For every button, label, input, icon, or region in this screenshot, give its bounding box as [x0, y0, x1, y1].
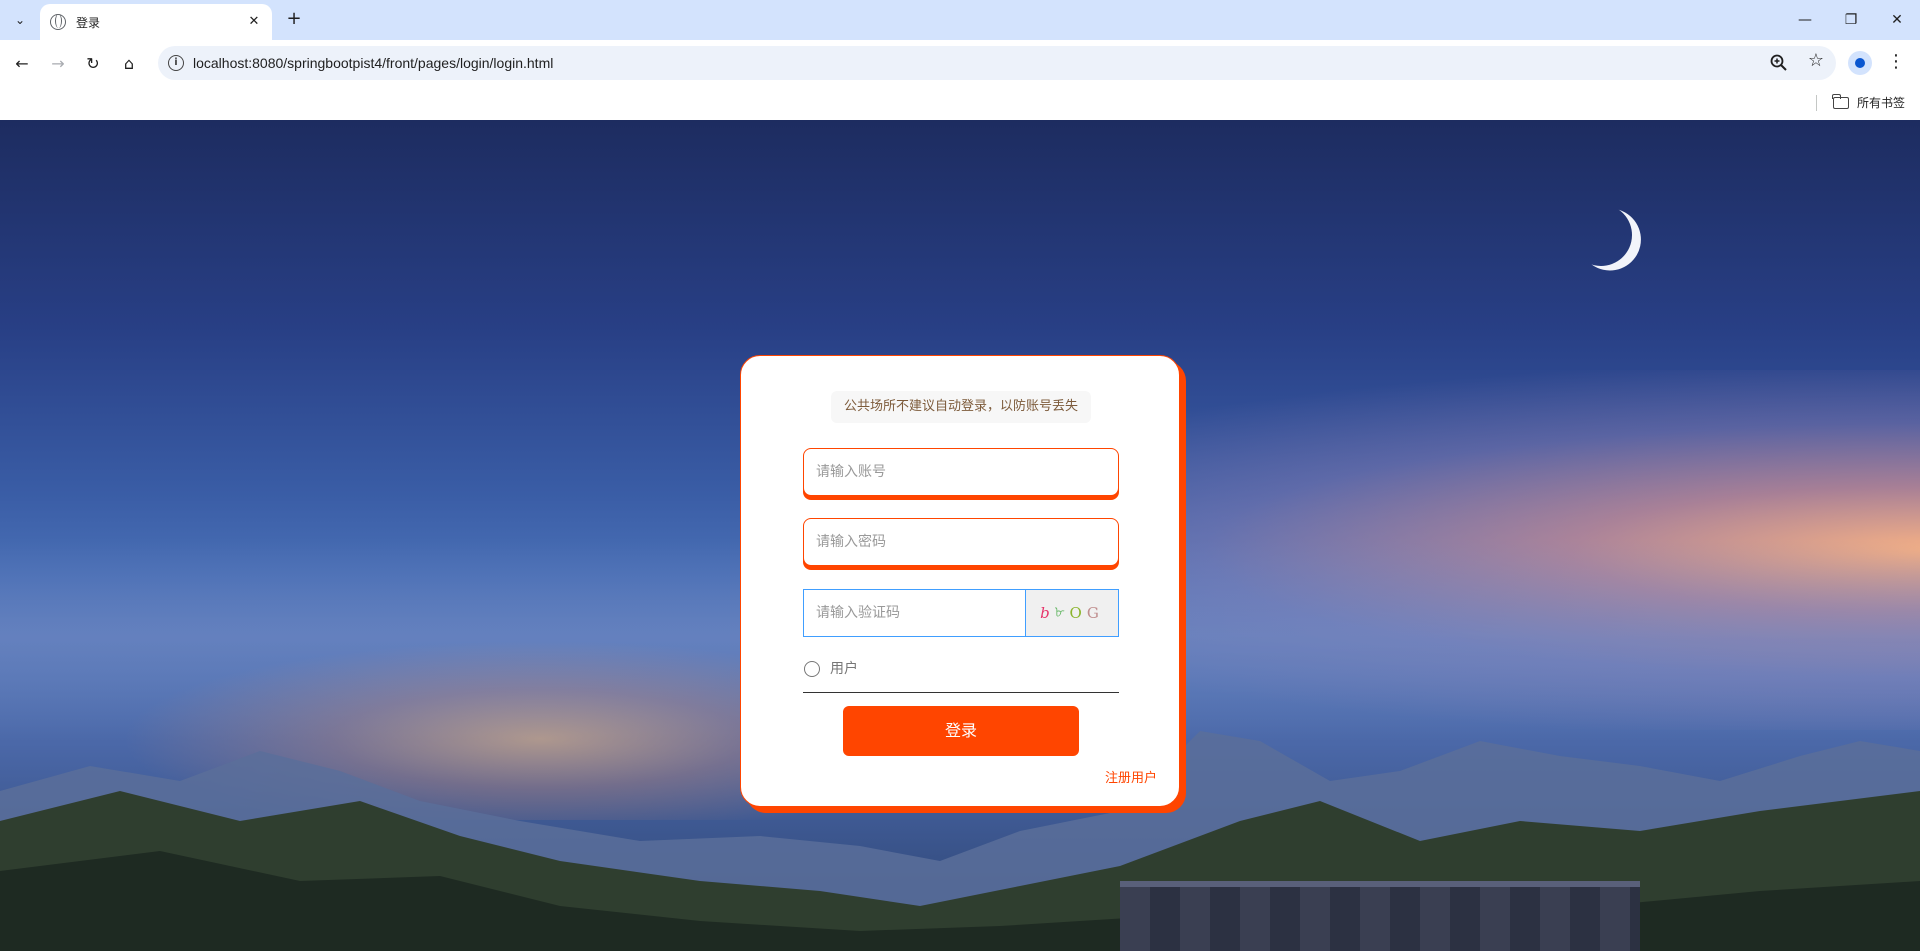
role-user-radio[interactable]: [804, 661, 820, 677]
role-user-label[interactable]: 用户: [830, 657, 858, 681]
minimize-icon[interactable]: —: [1782, 0, 1828, 40]
restore-icon[interactable]: ❐: [1828, 0, 1874, 40]
bookmarks-divider: [1816, 95, 1817, 111]
close-window-icon[interactable]: ✕: [1874, 0, 1920, 40]
more-menu-icon[interactable]: ⋮: [1884, 51, 1908, 75]
login-button[interactable]: 登录: [843, 706, 1079, 756]
password-input[interactable]: 请输入密码: [803, 518, 1119, 566]
globe-icon: [50, 14, 66, 30]
url-text[interactable]: localhost:8080/springbootpist4/front/pag…: [193, 55, 553, 71]
captcha-input[interactable]: 请输入验证码: [804, 590, 1025, 636]
new-tab-plus-icon[interactable]: +: [282, 8, 306, 32]
bookmarks-bar: 所有书签: [0, 86, 1920, 120]
bookmark-star-icon[interactable]: ☆: [1808, 50, 1824, 71]
tab-title: 登录: [76, 15, 101, 30]
folder-icon: [1832, 93, 1849, 109]
reload-icon[interactable]: ↻: [79, 49, 107, 77]
home-icon[interactable]: ⌂: [115, 49, 143, 77]
tab-close-icon[interactable]: ✕: [246, 14, 262, 30]
captcha-char: b: [1040, 604, 1055, 622]
tab-strip: ⌄ 登录 ✕ + — ❐ ✕: [0, 0, 1920, 40]
all-bookmarks-label: 所有书签: [1857, 96, 1906, 110]
register-link[interactable]: 注册用户: [1105, 767, 1157, 786]
page-background: 公共场所不建议自动登录，以防账号丢失 请输入账号 请输入密码 请输入验证码 b …: [0, 120, 1920, 951]
role-selector: 用户: [803, 657, 1119, 693]
browser-toolbar: ← → ↻ ⌂ i localhost:8080/springbootpist4…: [0, 40, 1920, 86]
captcha-char: ৮: [1054, 602, 1070, 621]
address-bar[interactable]: i localhost:8080/springbootpist4/front/p…: [158, 46, 1836, 80]
temple-rooftops: [1120, 881, 1640, 951]
account-input[interactable]: 请输入账号: [803, 448, 1119, 496]
all-bookmarks-button[interactable]: 所有书签: [1832, 93, 1906, 111]
forward-arrow-icon[interactable]: →: [44, 49, 72, 77]
captcha-char: G: [1086, 604, 1104, 622]
captcha-image[interactable]: b ৮ O G: [1025, 590, 1118, 636]
captcha-group: 请输入验证码 b ৮ O G: [803, 589, 1119, 637]
crescent-moon: [1565, 199, 1637, 271]
back-arrow-icon[interactable]: ←: [8, 49, 36, 77]
profile-avatar-icon[interactable]: [1848, 51, 1872, 75]
site-info-icon[interactable]: i: [168, 55, 184, 71]
tab-login[interactable]: 登录 ✕: [40, 4, 272, 40]
tab-search-chevron-icon[interactable]: ⌄: [8, 8, 32, 32]
zoom-icon[interactable]: [1768, 52, 1790, 74]
captcha-char: O: [1069, 604, 1087, 622]
login-card: 公共场所不建议自动登录，以防账号丢失 请输入账号 请输入密码 请输入验证码 b …: [740, 355, 1180, 807]
auto-login-notice: 公共场所不建议自动登录，以防账号丢失: [831, 391, 1091, 423]
